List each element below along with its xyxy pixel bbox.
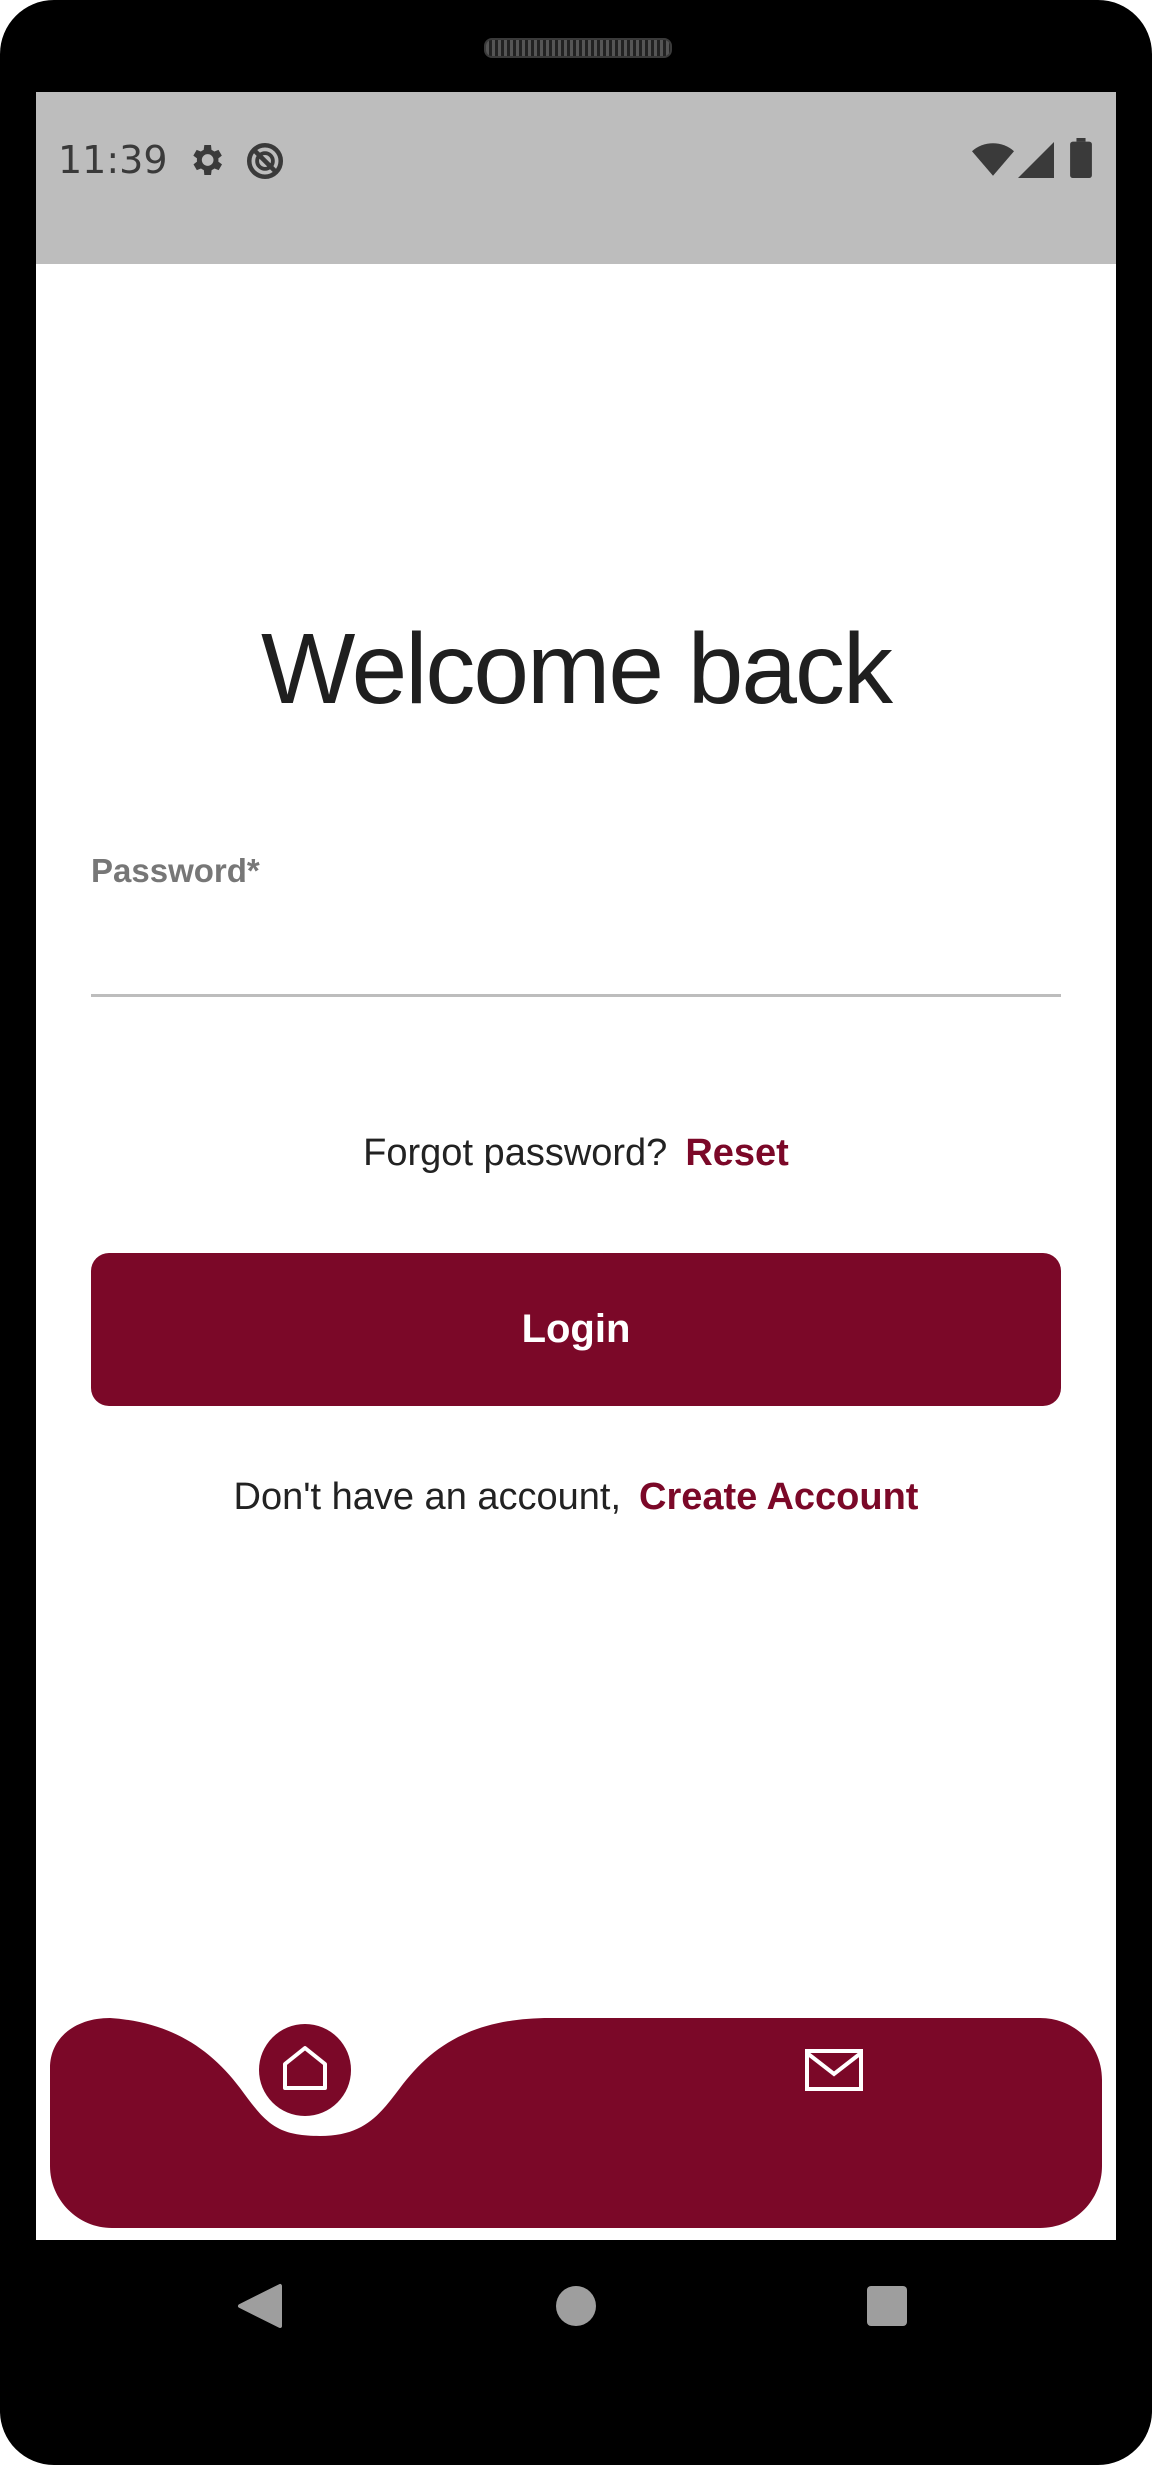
- create-account-link[interactable]: Create Account: [639, 1476, 918, 1518]
- signal-icon: [1018, 142, 1054, 182]
- app-screen: 11:39 Welcome back Password* Forgot pass…: [36, 92, 1116, 2240]
- wifi-icon: [972, 142, 1014, 182]
- home-circle-icon[interactable]: [556, 2286, 596, 2326]
- status-bar: 11:39: [36, 92, 1116, 264]
- forgot-password-row: Forgot password? Reset: [36, 1132, 1116, 1175]
- create-account-row: Don't have an account, Create Account: [36, 1476, 1116, 1519]
- nav-mail-button[interactable]: [804, 2048, 864, 2092]
- system-nav-bar: [0, 2240, 1152, 2410]
- mail-icon: [805, 2049, 863, 2091]
- gear-icon: [186, 140, 226, 184]
- forgot-password-text: Forgot password?: [363, 1132, 668, 1174]
- reset-link[interactable]: Reset: [685, 1132, 789, 1174]
- battery-icon: [1070, 138, 1092, 182]
- no-account-text: Don't have an account,: [233, 1476, 622, 1518]
- speaker-grille: [484, 38, 672, 58]
- status-time: 11:39: [58, 138, 168, 182]
- home-icon: [283, 2046, 327, 2090]
- nav-home-button[interactable]: [259, 2024, 351, 2116]
- page-title: Welcome back: [261, 613, 893, 725]
- password-input[interactable]: [91, 922, 1061, 997]
- device-frame: 11:39 Welcome back Password* Forgot pass…: [0, 0, 1152, 2465]
- do-not-disturb-icon: [244, 140, 286, 186]
- login-button[interactable]: Login: [91, 1253, 1061, 1406]
- bottom-nav-bar: [50, 2018, 1102, 2228]
- password-label: Password*: [91, 852, 260, 889]
- recents-icon[interactable]: [867, 2286, 907, 2326]
- back-icon[interactable]: [238, 2284, 282, 2328]
